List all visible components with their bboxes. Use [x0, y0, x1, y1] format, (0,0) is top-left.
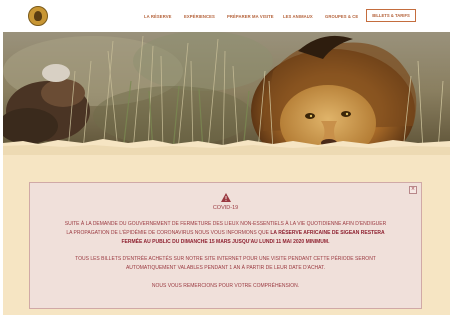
nav-item-experiences[interactable]: EXPÉRIENCES	[184, 14, 215, 19]
alert-text-line: SUITE À LA DEMANDE DU GOUVERNEMENT DE FE…	[64, 221, 387, 227]
covid-alert-box: × COVID-19 SUITE À LA DEMANDE DU GOUVERN…	[29, 182, 422, 309]
alert-title: COVID-19	[212, 205, 239, 211]
alert-text-line: NOUS VOUS REMERCIONS POUR VOTRE COMPRÉHE…	[151, 283, 300, 289]
hero-lion-photo	[3, 31, 450, 151]
lion-head-logo-icon[interactable]	[28, 6, 48, 26]
lion-in-grass-photo	[3, 31, 450, 151]
top-navigation: LA RÉSERVE EXPÉRIENCES PRÉPARER MA VISIT…	[3, 2, 450, 32]
nav-item-animaux[interactable]: LES ANIMAUX	[283, 14, 313, 19]
alert-text-line: AUTOMATIQUEMENT VALABLES PENDANT 1 AN À …	[125, 265, 326, 271]
alert-highlight-text: FERMÉE AU PUBLIC DU DIMANCHE 15 MARS JUS…	[121, 239, 330, 245]
nav-item-reserve[interactable]: LA RÉSERVE	[144, 14, 172, 19]
alert-text-line: LA PROPAGATION DE L'ÉPIDÉMIE DE CORONAVI…	[40, 229, 411, 238]
warning-triangle-icon	[221, 193, 231, 202]
tickets-button[interactable]: BILLETS & TARIFS	[366, 9, 416, 22]
alert-text-line: TOUS LES BILLETS D'ENTRÉE ACHETÉS SUR NO…	[75, 256, 376, 262]
alert-text-part: LA PROPAGATION DE L'ÉPIDÉMIE DE CORONAVI…	[66, 230, 271, 236]
nav-item-groupes[interactable]: GROUPES & CE	[325, 14, 358, 19]
page-frame: LA RÉSERVE EXPÉRIENCES PRÉPARER MA VISIT…	[3, 2, 450, 315]
nav-item-preparer-visite[interactable]: PRÉPARER MA VISITE	[227, 14, 274, 19]
alert-highlight-text: LA RÉSERVE AFRICAINE DE SIGEAN RESTERA	[270, 230, 385, 236]
torn-paper-edge	[3, 139, 450, 155]
close-icon[interactable]: ×	[409, 186, 417, 194]
